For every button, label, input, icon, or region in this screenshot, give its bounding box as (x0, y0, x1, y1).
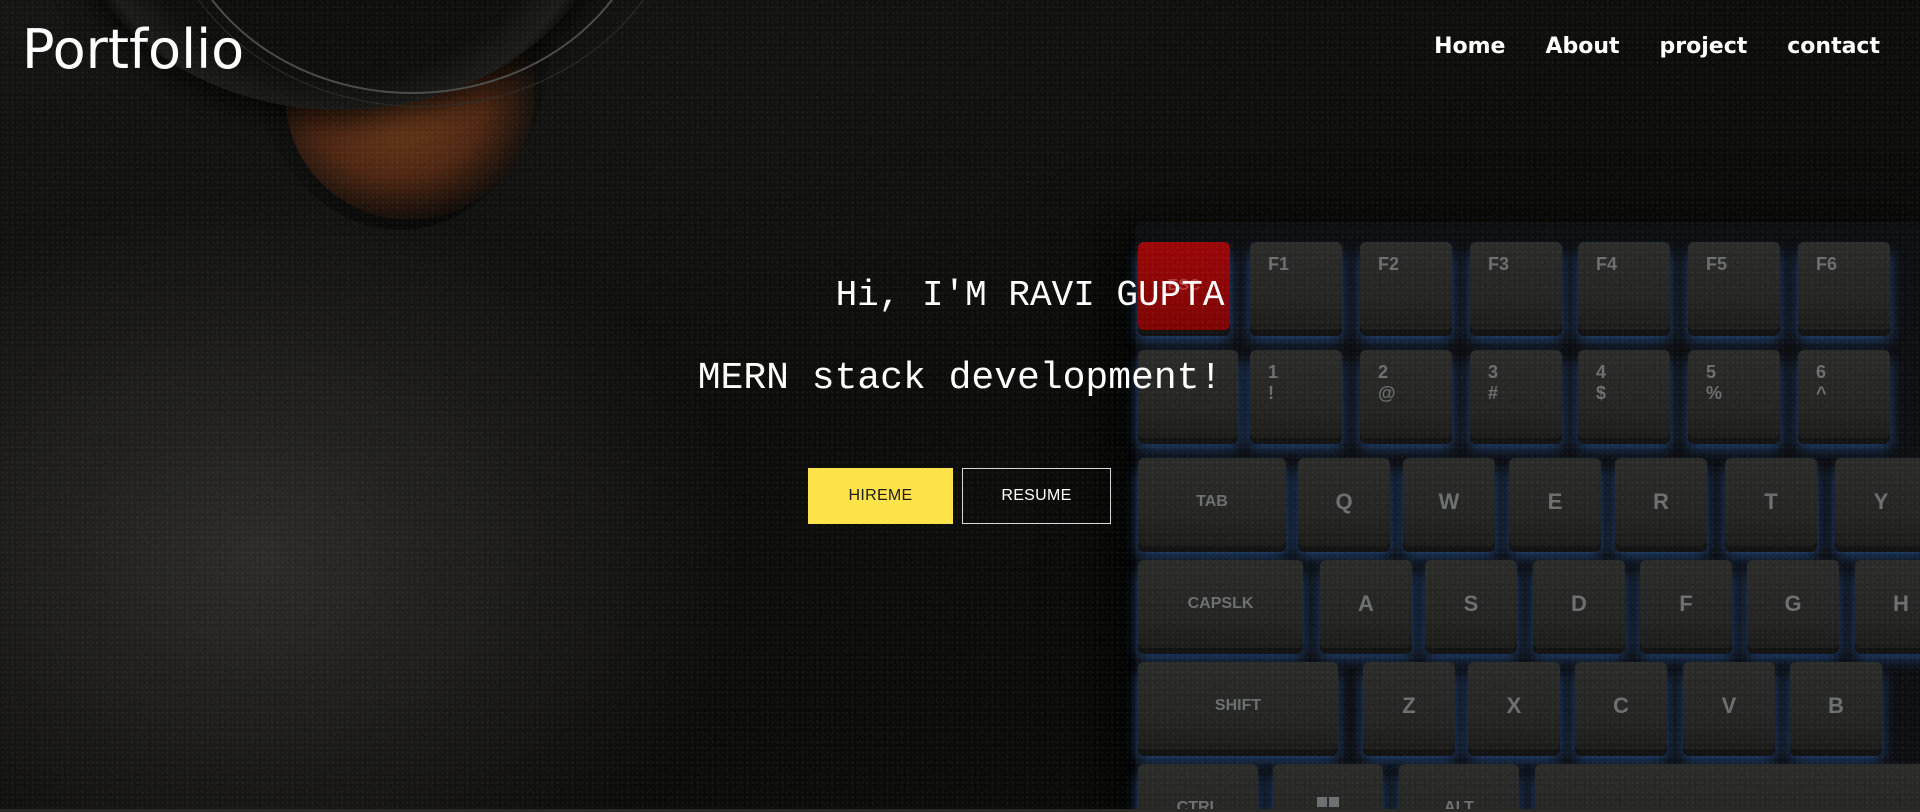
key-g: G (1747, 560, 1839, 648)
hireme-button[interactable]: HIREME (808, 468, 953, 524)
nav-link-project[interactable]: project (1660, 34, 1748, 59)
key-x: X (1468, 662, 1560, 750)
key-alt: ALT (1399, 764, 1519, 812)
key-ctrl: CTRL (1138, 764, 1258, 812)
hero-buttons: HIREME RESUME (808, 468, 1111, 524)
key-windows (1273, 764, 1383, 812)
nav-link-about[interactable]: About (1545, 34, 1619, 59)
hero-section: ESC F1 F2 F3 F4 F5 F6 1! 2 @ 3 # 4 $ 5% 6 ^ … (0, 0, 1920, 812)
nav-link-home[interactable]: Home (1434, 34, 1505, 59)
key-b: B (1790, 662, 1882, 750)
key-q: Q (1298, 458, 1390, 546)
key-v: V (1683, 662, 1775, 750)
key-e: E (1509, 458, 1601, 546)
key-capslock: CAPSLK (1138, 560, 1303, 648)
key-tab: TAB (1138, 458, 1286, 546)
key-c: C (1575, 662, 1667, 750)
resume-button[interactable]: RESUME (962, 468, 1111, 524)
hero-role: MERN stack development! (697, 357, 1223, 400)
key-a: A (1320, 560, 1412, 648)
key-s: S (1425, 560, 1517, 648)
nav-link-contact[interactable]: contact (1787, 34, 1880, 59)
main-nav: Home About project contact (1434, 34, 1880, 59)
key-space (1535, 764, 1920, 812)
key-z: Z (1363, 662, 1455, 750)
key-h: H (1855, 560, 1920, 648)
key-w: W (1403, 458, 1495, 546)
site-logo[interactable]: Portfolio (22, 18, 244, 81)
key-r: R (1615, 458, 1707, 546)
key-d: D (1533, 560, 1625, 648)
hero-greeting: Hi, I'M RAVI GUPTA (835, 275, 1225, 316)
key-t: T (1725, 458, 1817, 546)
key-f: F (1640, 560, 1732, 648)
key-y: Y (1835, 458, 1920, 546)
key-shift: SHIFT (1138, 662, 1338, 750)
